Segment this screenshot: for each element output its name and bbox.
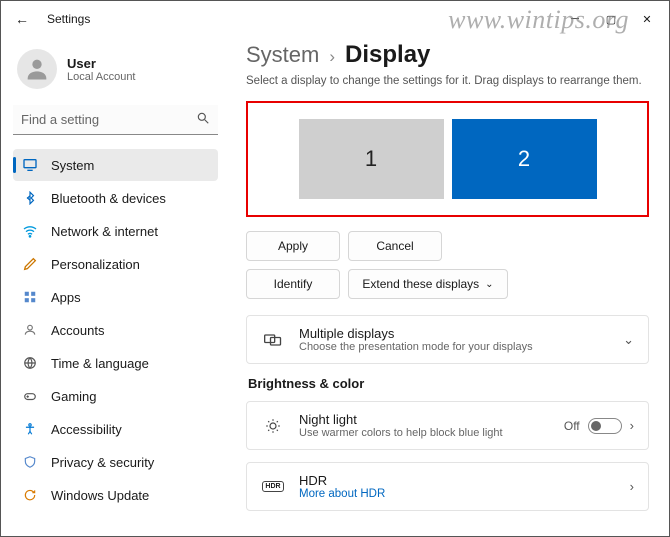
sidebar-item-privacy[interactable]: Privacy & security [13, 446, 218, 478]
accounts-icon [21, 321, 39, 339]
hdr-icon: HDR [261, 475, 285, 499]
sidebar-item-gaming[interactable]: Gaming [13, 380, 218, 412]
chevron-right-icon: › [329, 47, 335, 67]
breadcrumb: System › Display [246, 41, 649, 69]
update-icon [21, 486, 39, 504]
monitor-1[interactable]: 1 [299, 119, 444, 199]
night-light-toggle[interactable] [588, 418, 622, 434]
sidebar-item-label: Apps [51, 290, 81, 305]
hdr-link[interactable]: More about HDR [299, 488, 385, 500]
sidebar-item-system[interactable]: System [13, 149, 218, 181]
user-name: User [67, 56, 136, 71]
sidebar-item-label: Accounts [51, 323, 104, 338]
bluetooth-icon [21, 189, 39, 207]
sidebar-item-label: Network & internet [51, 224, 158, 239]
extend-dropdown[interactable]: Extend these displays ⌄ [348, 269, 508, 299]
accessibility-icon [21, 420, 39, 438]
sidebar-item-label: Accessibility [51, 422, 122, 437]
card-title: Night light [299, 412, 503, 427]
page-title: Display [345, 41, 430, 69]
hdr-card[interactable]: HDR HDR More about HDR › [246, 462, 649, 511]
apps-icon [21, 288, 39, 306]
sidebar-item-label: Windows Update [51, 488, 149, 503]
monitor-2[interactable]: 2 [452, 119, 597, 199]
identify-button[interactable]: Identify [246, 269, 340, 299]
close-button[interactable]: ✕ [629, 5, 665, 33]
search-input[interactable] [13, 105, 218, 135]
sidebar-item-label: Bluetooth & devices [51, 191, 166, 206]
chevron-right-icon[interactable]: › [630, 479, 634, 494]
globe-icon [21, 354, 39, 372]
card-sub: Choose the presentation mode for your di… [299, 341, 533, 353]
sidebar-item-accounts[interactable]: Accounts [13, 314, 218, 346]
maximize-button[interactable]: ▢ [593, 5, 629, 33]
page-subtitle: Select a display to change the settings … [246, 75, 649, 87]
extend-label: Extend these displays [362, 277, 479, 291]
sidebar-item-label: Personalization [51, 257, 140, 272]
card-title: Multiple displays [299, 326, 533, 341]
sidebar-item-accessibility[interactable]: Accessibility [13, 413, 218, 445]
back-button[interactable]: ← [11, 8, 33, 30]
sidebar-item-bluetooth[interactable]: Bluetooth & devices [13, 182, 218, 214]
chevron-right-icon[interactable]: › [630, 418, 634, 433]
sidebar-item-label: Time & language [51, 356, 149, 371]
multi-display-icon [261, 328, 285, 352]
brush-icon [21, 255, 39, 273]
cancel-button[interactable]: Cancel [348, 231, 442, 261]
chevron-down-icon: ⌄ [485, 279, 493, 290]
sidebar-item-update[interactable]: Windows Update [13, 479, 218, 511]
multiple-displays-card[interactable]: Multiple displays Choose the presentatio… [246, 315, 649, 364]
sidebar-item-label: System [51, 158, 94, 173]
sidebar-item-apps[interactable]: Apps [13, 281, 218, 313]
breadcrumb-parent[interactable]: System [246, 42, 319, 68]
window-title: Settings [47, 12, 90, 26]
display-arrangement[interactable]: 1 2 [246, 101, 649, 217]
avatar-icon [17, 49, 57, 89]
user-block[interactable]: User Local Account [13, 41, 218, 105]
apply-button[interactable]: Apply [246, 231, 340, 261]
wifi-icon [21, 222, 39, 240]
sidebar-item-personalization[interactable]: Personalization [13, 248, 218, 280]
minimize-button[interactable]: ─ [557, 5, 593, 33]
sidebar-item-network[interactable]: Network & internet [13, 215, 218, 247]
sidebar-item-time[interactable]: Time & language [13, 347, 218, 379]
night-light-icon [261, 414, 285, 438]
shield-icon [21, 453, 39, 471]
chevron-down-icon: ⌄ [623, 332, 634, 348]
night-light-card[interactable]: Night light Use warmer colors to help bl… [246, 401, 649, 450]
card-sub: Use warmer colors to help block blue lig… [299, 427, 503, 439]
gaming-icon [21, 387, 39, 405]
sidebar-item-label: Gaming [51, 389, 97, 404]
card-title: HDR [299, 473, 385, 488]
sidebar-item-label: Privacy & security [51, 455, 154, 470]
section-brightness: Brightness & color [248, 376, 649, 391]
user-sub: Local Account [67, 71, 136, 83]
search-icon [196, 111, 210, 128]
system-icon [21, 156, 39, 174]
toggle-state: Off [564, 419, 580, 433]
